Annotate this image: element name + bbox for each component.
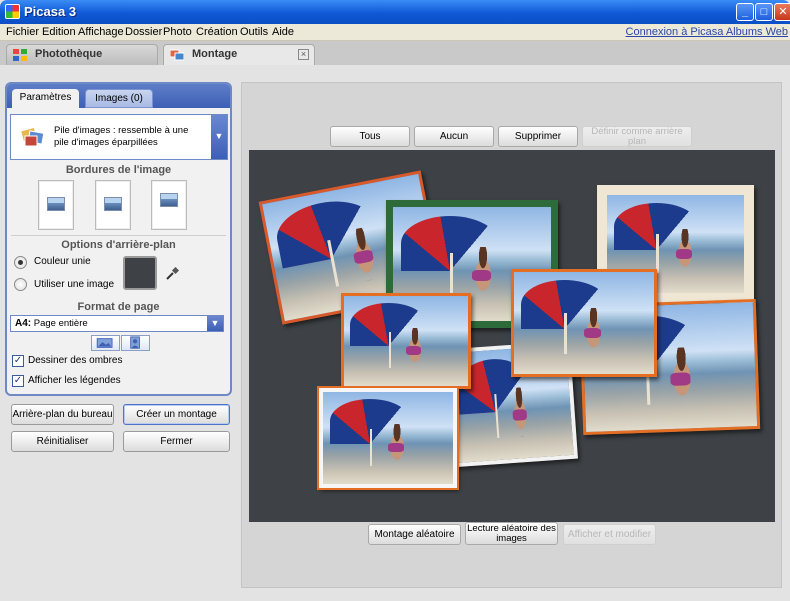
sign-in-link[interactable]: Connexion à Picasa Albums Web (626, 26, 788, 38)
select-all-button[interactable]: Tous (330, 126, 410, 147)
tab-phototheque-label: Photothèque (35, 48, 103, 60)
chevron-down-icon[interactable]: ▼ (207, 316, 223, 331)
menu-photo[interactable]: Photo (163, 26, 192, 38)
maximize-button[interactable]: □ (755, 3, 773, 21)
view-edit-button[interactable]: Afficher et modifier (563, 524, 656, 545)
tab-parametres[interactable]: Paramètres (12, 89, 79, 108)
background-heading: Options d'arrière-plan (61, 239, 176, 251)
divider (11, 235, 226, 236)
minimize-button[interactable]: _ (736, 3, 754, 21)
shadows-checkbox[interactable]: ✓ (12, 355, 24, 367)
panel-tabs: Paramètres Images (0) (7, 84, 230, 108)
page-format-select[interactable]: A4: Page entière ▼ (10, 315, 224, 332)
borders-heading: Bordures de l'image (65, 164, 172, 176)
picasa-logo-icon (5, 4, 20, 19)
menu-edition[interactable]: Edition (42, 26, 76, 38)
menu-outils[interactable]: Outils (240, 26, 268, 38)
radio-solid-color-label: Couleur unie (34, 256, 91, 267)
delete-button[interactable]: Supprimer (498, 126, 578, 147)
portrait-icon (130, 336, 140, 349)
captions-label: Afficher les légendes (28, 375, 121, 386)
title-bar: Picasa 3 _ □ ✕ (0, 0, 790, 24)
menu-dossier[interactable]: Dossier (125, 26, 162, 38)
picture-pile-icon (20, 126, 45, 147)
menu-creation[interactable]: Création (196, 26, 238, 38)
page-format-value: A4: Page entière (15, 318, 88, 329)
menu-affichage[interactable]: Affichage (78, 26, 124, 38)
menu-aide[interactable]: Aide (272, 26, 294, 38)
chevron-down-icon[interactable]: ▼ (211, 115, 227, 159)
collage-type-value: Pile d'images : ressemble à une pile d'i… (54, 125, 189, 148)
reset-button[interactable]: Réinitialiser (11, 431, 114, 452)
eyedropper-icon[interactable] (165, 267, 179, 281)
desktop-background-button[interactable]: Arrière-plan du bureau (11, 404, 114, 425)
window-title: Picasa 3 (24, 4, 77, 19)
border-option-white[interactable] (95, 180, 131, 230)
collage-icon (170, 49, 184, 61)
page-format-heading: Format de page (77, 301, 160, 313)
landscape-button[interactable] (91, 335, 120, 351)
collage-photo[interactable] (511, 269, 657, 377)
close-button[interactable]: Fermer (123, 431, 230, 452)
tab-montage[interactable]: Montage × (163, 44, 315, 65)
tab-phototheque[interactable]: Photothèque (6, 44, 158, 65)
menu-bar: Fichier Edition Affichage Dossier Photo … (0, 24, 790, 41)
collage-photo[interactable] (341, 293, 471, 389)
background-color-swatch[interactable] (123, 256, 157, 290)
collage-type-select[interactable]: Pile d'images : ressemble à une pile d'i… (10, 114, 228, 160)
collage-canvas[interactable] (249, 150, 775, 522)
captions-checkbox[interactable]: ✓ (12, 375, 24, 387)
random-slideshow-button[interactable]: Lecture aléatoire des images (465, 522, 558, 545)
library-icon (13, 49, 27, 61)
create-collage-button[interactable]: Créer un montage (123, 404, 230, 425)
close-tab-icon[interactable]: × (298, 49, 309, 60)
tab-images[interactable]: Images (0) (85, 89, 153, 108)
landscape-icon (96, 338, 113, 348)
border-option-simple[interactable] (38, 180, 74, 230)
select-none-button[interactable]: Aucun (414, 126, 494, 147)
radio-use-image-label: Utiliser une image (34, 279, 115, 290)
random-collage-button[interactable]: Montage aléatoire (368, 524, 461, 545)
menu-fichier[interactable]: Fichier (6, 26, 39, 38)
collage-settings-panel: Paramètres Images (0) Pile d'images : re… (5, 82, 232, 396)
border-option-polaroid[interactable] (151, 180, 187, 230)
shadows-label: Dessiner des ombres (28, 355, 123, 366)
close-window-button[interactable]: ✕ (774, 3, 790, 21)
radio-solid-color[interactable] (14, 256, 27, 269)
collage-photo[interactable] (317, 386, 459, 490)
radio-use-image[interactable] (14, 278, 27, 291)
tab-montage-label: Montage (192, 48, 238, 60)
set-as-background-button[interactable]: Définir comme arrière plan (582, 126, 692, 147)
tab-strip: Photothèque Montage × (0, 41, 790, 65)
portrait-button[interactable] (121, 335, 150, 351)
